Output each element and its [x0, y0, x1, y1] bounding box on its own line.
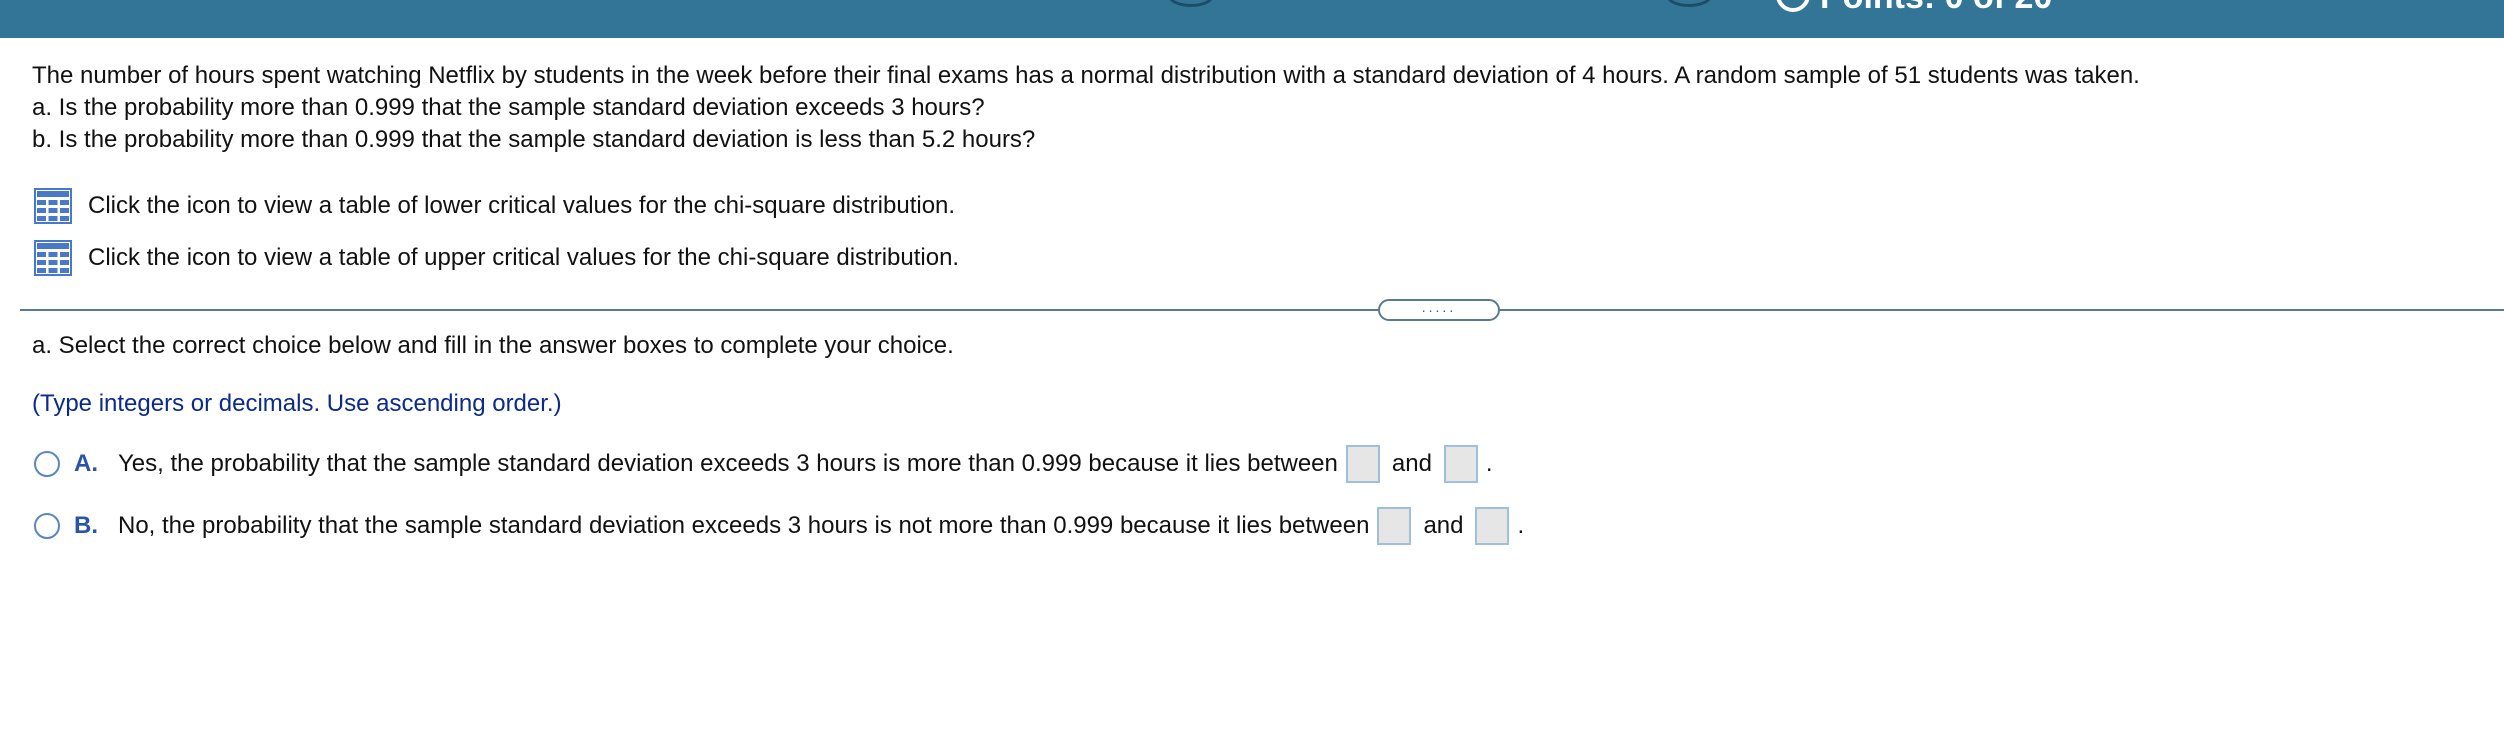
choice-a-text[interactable]: Yes, the probability that the sample sta… — [118, 450, 1338, 478]
table-link-text: Click the icon to view a table of upper … — [88, 244, 960, 271]
choice-a[interactable]: A. Yes, the probability that the sample … — [34, 444, 1493, 484]
choice-b-answer-box-1[interactable] — [1377, 507, 1412, 545]
divider-drag-handle[interactable]: ..... — [1378, 299, 1500, 321]
points-icon — [1776, 0, 1810, 12]
points-indicator: Points: 0 of 20 — [1776, 0, 2052, 17]
choice-b[interactable]: B. No, the probability that the sample s… — [34, 506, 1524, 546]
choice-b-and: and — [1423, 512, 1464, 539]
choice-b-period: . — [1517, 512, 1525, 539]
question-text: The number of hours spent watching Netfl… — [32, 60, 2140, 156]
section-divider — [20, 309, 2504, 311]
choice-a-letter[interactable]: A. — [74, 450, 98, 478]
upper-critical-values-link[interactable]: Click the icon to view a table of upper … — [34, 240, 959, 276]
header-bar: Points: 0 of 20 — [0, 0, 2504, 38]
table-link-text: Click the icon to view a table of lower … — [88, 192, 956, 219]
table-grid-icon[interactable] — [34, 188, 72, 224]
header-control-partial[interactable] — [1168, 0, 1214, 7]
choice-a-and: and — [1391, 450, 1432, 477]
question-line: b. Is the probability more than 0.999 th… — [32, 126, 1036, 153]
lower-critical-values-link[interactable]: Click the icon to view a table of lower … — [34, 188, 955, 224]
table-grid-icon[interactable] — [34, 240, 72, 276]
question-line: The number of hours spent watching Netfl… — [32, 62, 2140, 89]
answer-instruction: (Type integers or decimals. Use ascendin… — [32, 390, 562, 417]
choice-b-text[interactable]: No, the probability that the sample stan… — [118, 512, 1369, 540]
points-text: Points: 0 of 20 — [1820, 0, 2052, 16]
choice-a-radio[interactable] — [34, 451, 60, 477]
choice-a-answer-box-2[interactable] — [1443, 445, 1478, 483]
choice-a-answer-box-1[interactable] — [1345, 445, 1380, 483]
choice-b-radio[interactable] — [34, 513, 60, 539]
answer-prompt: a. Select the correct choice below and f… — [32, 332, 954, 359]
choice-b-letter[interactable]: B. — [74, 512, 98, 540]
choice-b-answer-box-2[interactable] — [1475, 507, 1510, 545]
choice-a-period: . — [1485, 450, 1493, 477]
header-control-partial[interactable] — [1666, 0, 1712, 7]
question-line: a. Is the probability more than 0.999 th… — [32, 94, 985, 121]
